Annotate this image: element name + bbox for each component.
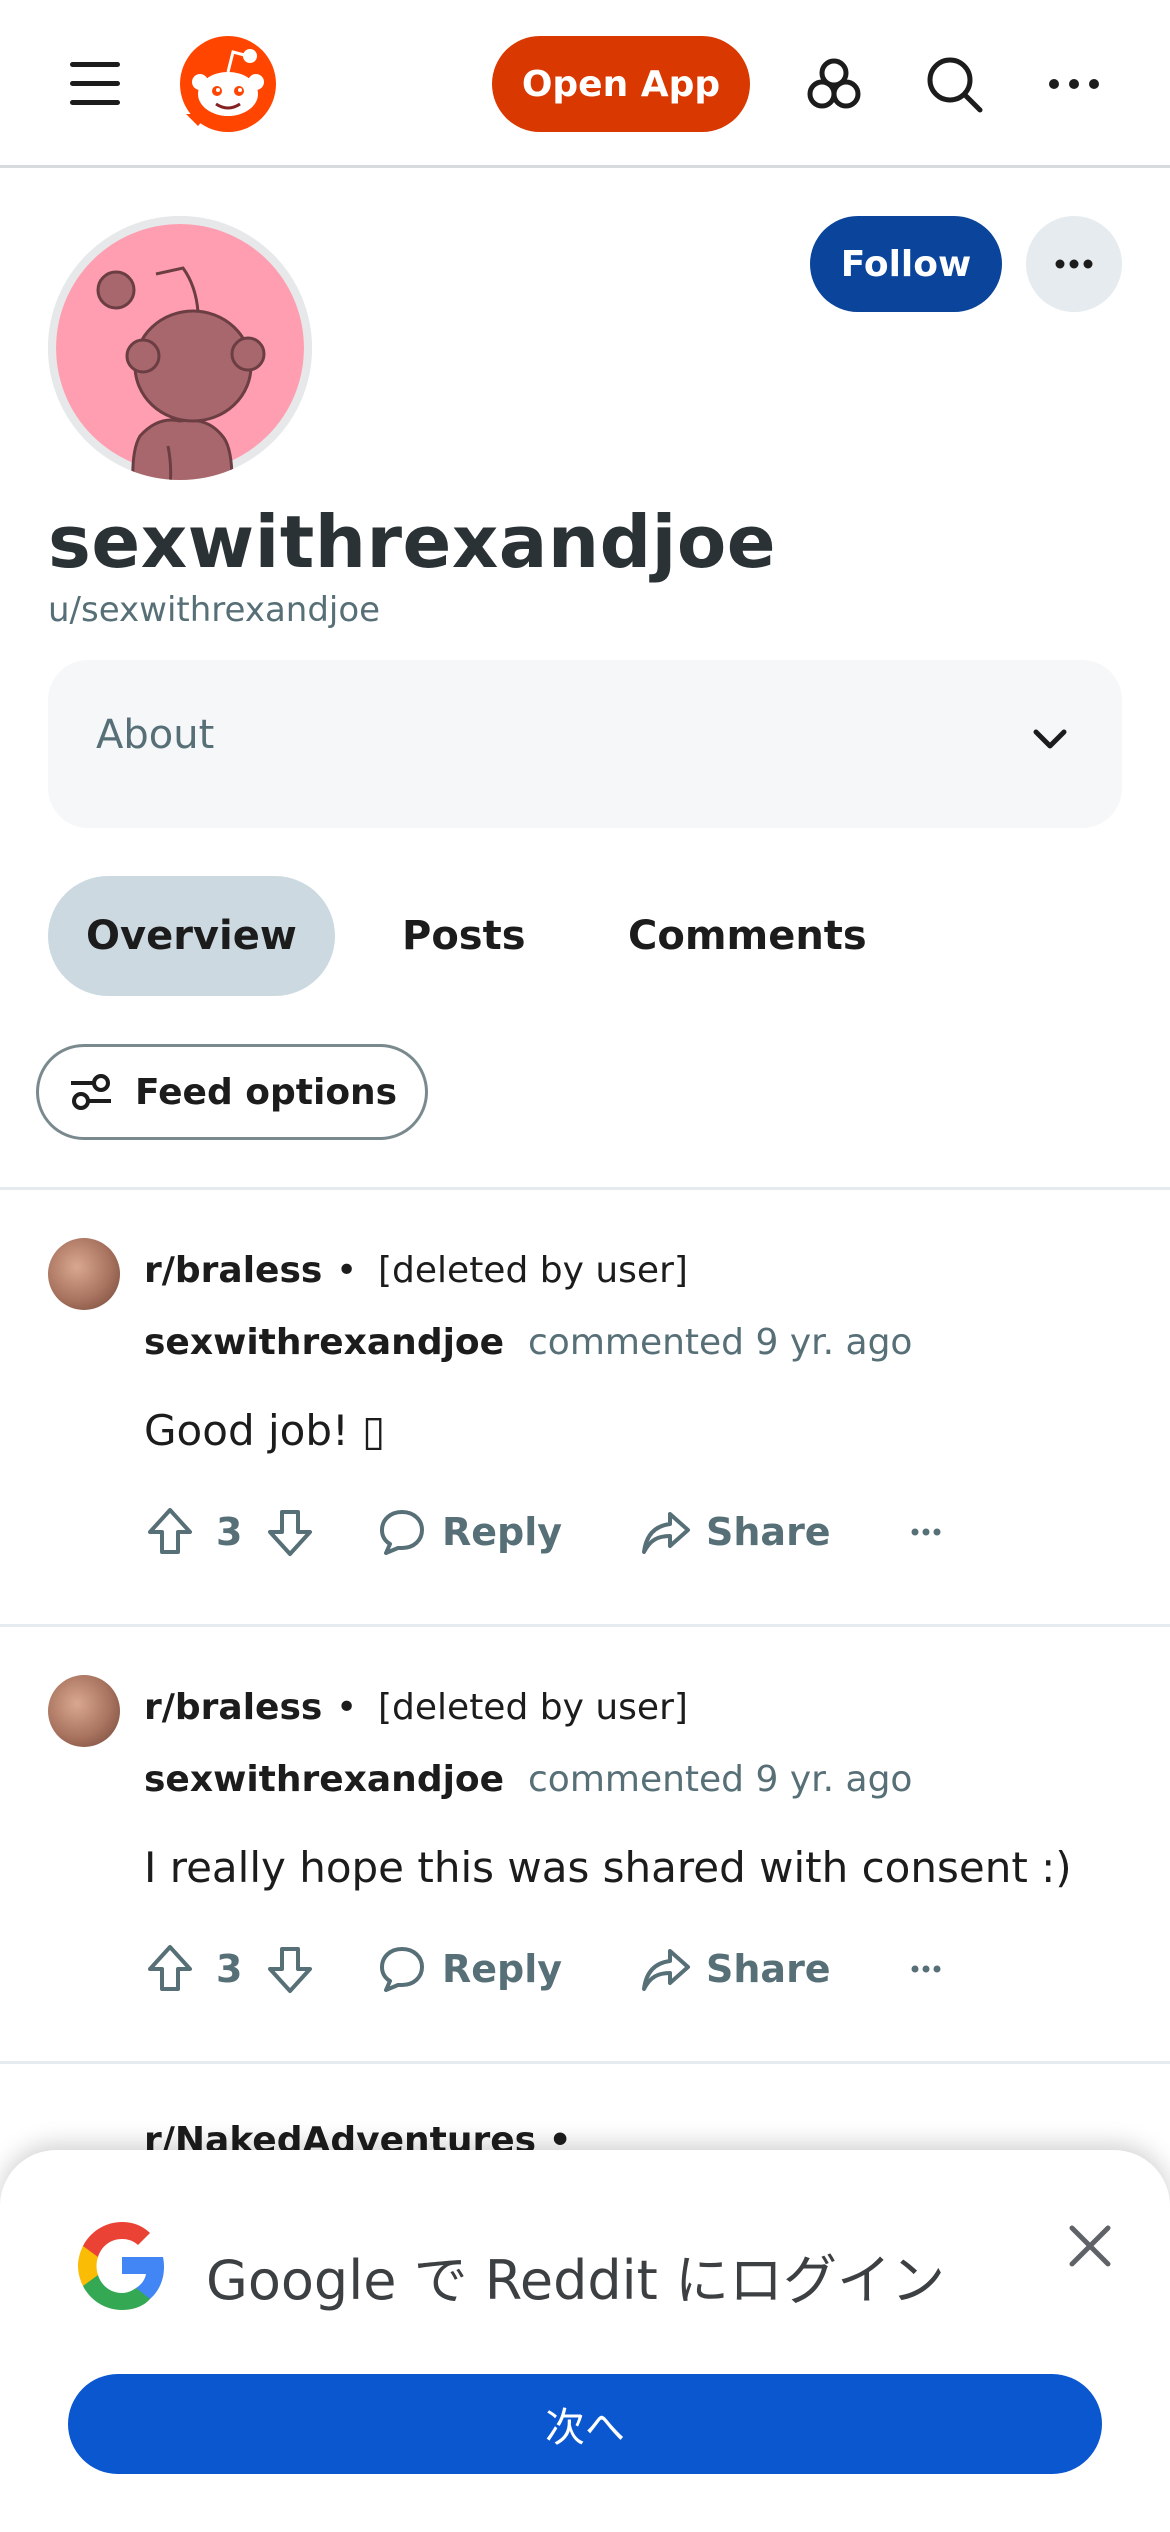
downvote-button[interactable] [264,1933,316,2005]
comment-bubble-icon [380,1947,424,1992]
subreddit-avatar[interactable] [48,1675,120,1747]
feed-options-button[interactable]: Feed options [36,1044,428,1140]
tab-comments[interactable]: Comments [628,876,867,996]
follow-button[interactable]: Follow [810,216,1002,312]
chevron-down-icon [1033,729,1067,749]
subreddit-link[interactable]: r/braless [144,1687,322,1728]
about-dropdown[interactable]: About [48,660,1122,828]
share-button[interactable]: Share [640,1933,831,2005]
feed-options-label: Feed options [135,1071,398,1113]
login-sheet-title: Google で Reddit にログイン [206,2249,945,2312]
separator-dot: • [336,1687,358,1728]
top-bar: Open App [0,0,1170,168]
search-icon[interactable] [922,52,986,116]
profile-more-button[interactable] [1026,216,1122,312]
more-icon[interactable] [1042,52,1106,116]
subreddit-link[interactable]: r/braless [144,1250,322,1291]
post-title[interactable]: [deleted by user] [378,1687,688,1728]
comment-card[interactable]: r/braless • [deleted by user] sexwithrex… [0,1190,1170,1622]
downvote-button[interactable] [264,1496,316,1568]
communities-icon[interactable] [802,52,866,116]
tab-overview[interactable]: Overview [48,876,335,996]
subreddit-avatar[interactable] [48,1238,120,1310]
comment-author[interactable]: sexwithrexandjoe [144,1759,504,1800]
comment-actions: 3 Reply Share [144,1933,1144,2005]
hamburger-menu-icon[interactable] [70,62,120,105]
reply-button[interactable]: Reply [376,1933,562,2005]
reddit-logo-icon[interactable] [178,34,278,134]
comment-card[interactable]: r/braless • [deleted by user] sexwithrex… [0,1627,1170,2059]
profile-username: u/sexwithrexandjoe [48,590,381,630]
downvote-icon [268,1510,312,1556]
google-login-sheet: Google で Reddit にログイン 次へ [0,2150,1170,2532]
profile-display-name: sexwithrexandjoe [48,500,777,584]
more-icon [911,1528,941,1536]
reply-button[interactable]: Reply [376,1496,562,1568]
comment-more-button[interactable] [910,1496,942,1568]
more-icon [911,1965,941,1973]
more-icon [1055,259,1093,269]
upvote-icon [148,1508,192,1554]
comment-more-button[interactable] [910,1933,942,2005]
upvote-icon [148,1945,192,1991]
close-icon[interactable] [1062,2218,1118,2274]
share-icon [642,1949,690,1991]
comment-body: I really hope this was shared with conse… [144,1843,1072,1892]
downvote-icon [268,1947,312,1993]
google-logo-icon [78,2222,164,2310]
upvote-button[interactable] [144,1496,196,1568]
open-app-button[interactable]: Open App [492,36,750,132]
next-button[interactable]: 次へ [68,2374,1102,2474]
share-button[interactable]: Share [640,1496,831,1568]
tab-posts[interactable]: Posts [402,876,526,996]
comment-body: Good job! ▯ [144,1406,386,1455]
share-icon [642,1512,690,1554]
separator-dot: • [336,1250,358,1291]
profile-avatar [48,216,312,480]
comment-author[interactable]: sexwithrexandjoe [144,1322,504,1363]
sliders-icon [71,1074,111,1110]
vote-score: 3 [216,1510,243,1554]
vote-score: 3 [216,1947,243,1991]
comment-meta: commented 9 yr. ago [528,1322,913,1363]
comment-meta: commented 9 yr. ago [528,1759,913,1800]
divider [0,2061,1170,2064]
snoo-avatar-icon [48,216,312,480]
post-title[interactable]: [deleted by user] [378,1250,688,1291]
comment-actions: 3 Reply Share [144,1496,1144,1568]
upvote-button[interactable] [144,1933,196,2005]
about-label: About [96,712,215,758]
comment-bubble-icon [380,1510,424,1555]
